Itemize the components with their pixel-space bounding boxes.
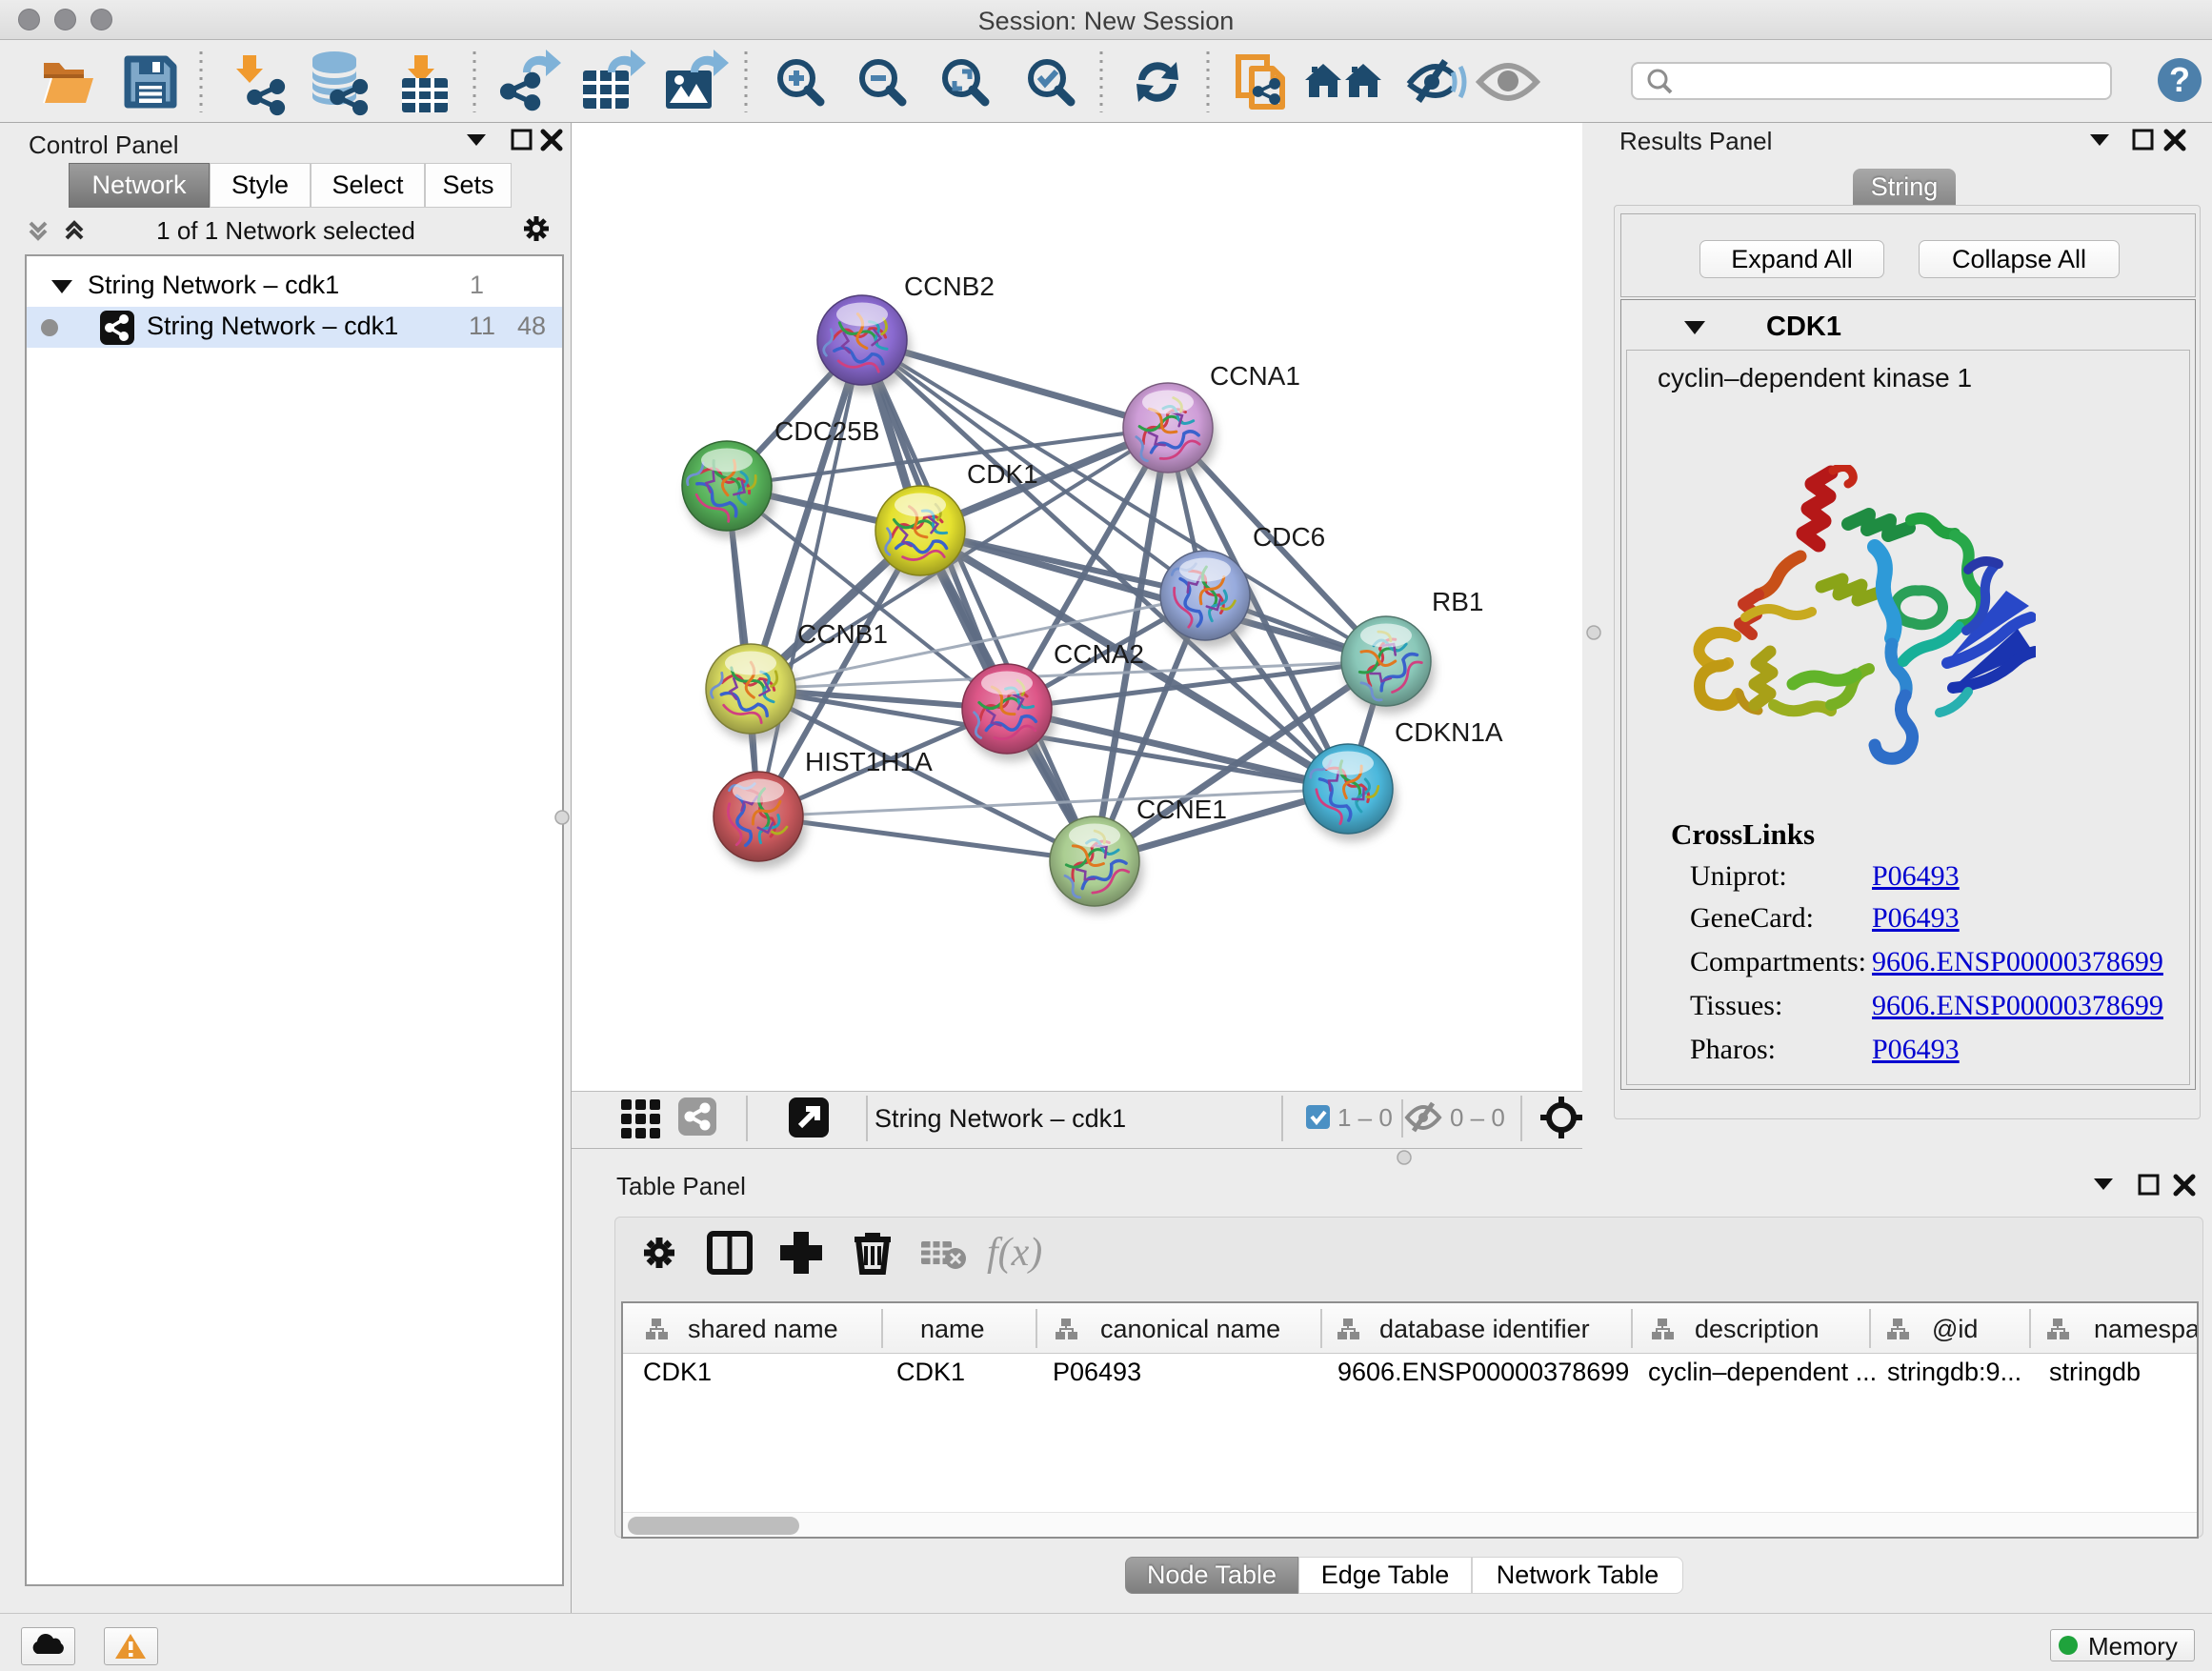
svg-text:description: description: [1695, 1315, 1820, 1343]
svg-text:CDC6: CDC6: [1253, 522, 1325, 552]
svg-text:CDKN1A: CDKN1A: [1395, 717, 1503, 747]
svg-text:canonical name: canonical name: [1100, 1315, 1280, 1343]
svg-text:CDK1: CDK1: [967, 459, 1038, 489]
svg-text:CCNB1: CCNB1: [797, 619, 888, 649]
svg-text:?: ?: [2169, 60, 2190, 99]
svg-text:CDC25B: CDC25B: [774, 416, 879, 446]
svg-text:database identifier: database identifier: [1379, 1315, 1590, 1343]
svg-text:CCNE1: CCNE1: [1136, 795, 1227, 824]
svg-text:CCNB2: CCNB2: [904, 272, 995, 301]
svg-text:f(x): f(x): [987, 1231, 1042, 1275]
svg-text:HIST1H1A: HIST1H1A: [805, 747, 933, 776]
svg-text:namespac: namespac: [2094, 1315, 2197, 1343]
svg-text:1 – 0: 1 – 0: [1337, 1103, 1393, 1132]
svg-text:@id: @id: [1932, 1315, 1978, 1343]
svg-text:String Network – cdk1: String Network – cdk1: [875, 1104, 1126, 1133]
svg-text:shared name: shared name: [688, 1315, 838, 1343]
svg-text:0 – 0: 0 – 0: [1450, 1103, 1505, 1132]
svg-text:RB1: RB1: [1432, 587, 1483, 616]
svg-text:CCNA2: CCNA2: [1054, 639, 1144, 669]
svg-text:name: name: [920, 1315, 985, 1343]
svg-text:CCNA1: CCNA1: [1210, 361, 1300, 391]
